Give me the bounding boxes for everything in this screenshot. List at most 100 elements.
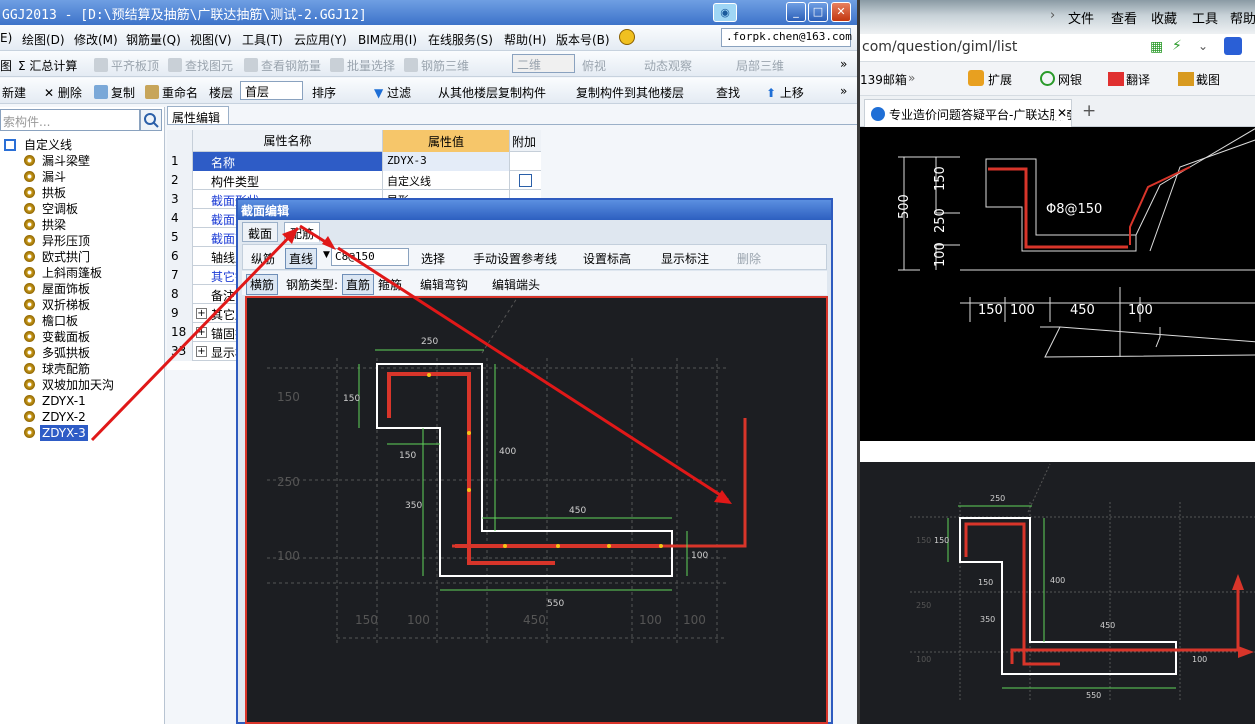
browser-menu-help[interactable]: 帮助 bbox=[1230, 8, 1255, 27]
sort-button[interactable]: 排序 bbox=[312, 84, 336, 101]
find-button[interactable]: 查找 bbox=[716, 84, 740, 101]
top-view-button[interactable]: 俯视 bbox=[582, 57, 606, 74]
tab-property-edit[interactable]: 属性编辑 bbox=[167, 106, 229, 125]
fav-139-mail[interactable]: 139邮箱 bbox=[860, 71, 907, 88]
menu-chevron-icon[interactable]: › bbox=[1050, 8, 1055, 23]
menu-item-bim[interactable]: BIM应用(I) bbox=[358, 31, 417, 48]
tree-item-label: 欧式拱门 bbox=[42, 250, 91, 264]
select-button[interactable]: 选择 bbox=[421, 250, 445, 267]
browser-menu-view[interactable]: 查看 bbox=[1111, 8, 1137, 27]
view-mode-select[interactable]: 二维 bbox=[512, 54, 575, 73]
rebar-bent[interactable] bbox=[387, 372, 555, 565]
toolbar-overflow-icon[interactable]: » bbox=[840, 57, 847, 71]
component-icon bbox=[24, 379, 35, 390]
line-mode-button[interactable]: 直线 bbox=[285, 248, 318, 269]
expand-icon[interactable]: + bbox=[196, 308, 207, 319]
filter-button[interactable]: ▼ 过滤 bbox=[374, 84, 411, 101]
glodon-logo-icon[interactable]: ◉ bbox=[713, 3, 737, 22]
batch-select-button[interactable]: 批量选择 bbox=[330, 57, 395, 74]
flat-top-button[interactable]: 平齐板顶 bbox=[94, 57, 159, 74]
menu-item-rebar-qty[interactable]: 钢筋量(Q) bbox=[126, 31, 181, 48]
view-rebar-button[interactable]: 查看钢筋量 bbox=[244, 57, 321, 74]
copy-button[interactable]: 复制 bbox=[94, 84, 135, 101]
address-url[interactable]: com/question/giml/list bbox=[862, 39, 1017, 55]
rebar-spec-select[interactable]: C8@150 bbox=[331, 248, 409, 266]
menu-item-cloud[interactable]: 云应用(Y) bbox=[294, 31, 347, 48]
browser-tab-active[interactable]: 专业造价问题答疑平台-广联达服务新干线 ✕ bbox=[864, 99, 1072, 127]
tab-divider bbox=[167, 124, 857, 125]
straight-rebar-button[interactable]: 直筋 bbox=[342, 274, 375, 295]
address-bar[interactable]: com/question/giml/list ▦ ⚡ ⌄ bbox=[860, 34, 1255, 62]
fav-overflow-icon[interactable]: » bbox=[908, 71, 915, 85]
helmet-icon[interactable] bbox=[619, 29, 635, 45]
menu-item-partial[interactable]: E) bbox=[0, 31, 12, 45]
fav-translate[interactable]: 翻译 bbox=[1126, 71, 1150, 88]
cad-width-150: 150 bbox=[978, 303, 1003, 318]
menu-item-tools[interactable]: 工具(T) bbox=[242, 31, 283, 48]
rename-button[interactable]: 重命名 bbox=[145, 84, 198, 101]
property-value[interactable]: 自定义线 bbox=[383, 171, 510, 190]
lightning-icon[interactable]: ⚡ bbox=[1172, 38, 1182, 54]
thumb-dim-mid-left: 150 bbox=[978, 578, 993, 587]
tab-section[interactable]: 截面 bbox=[242, 222, 279, 242]
baidu-search-icon[interactable] bbox=[1224, 37, 1242, 55]
menu-item-modify[interactable]: 修改(M) bbox=[74, 31, 118, 48]
browser-menu-file[interactable]: 文件 bbox=[1068, 8, 1094, 27]
dynamic-view-button[interactable]: 动态观察 bbox=[644, 57, 692, 74]
manual-ref-line-button[interactable]: 手动设置参考线 bbox=[473, 250, 557, 267]
menu-item-view[interactable]: 视图(V) bbox=[190, 31, 232, 48]
grid-row[interactable]: 1 名称 ZDYX-3 bbox=[167, 152, 541, 171]
sum-calc-button[interactable]: Σ 汇总计算 bbox=[18, 57, 77, 74]
move-up-button[interactable]: ⬆ 上移 bbox=[766, 84, 804, 101]
component-icon bbox=[24, 267, 35, 278]
toolbar2-overflow-icon[interactable]: » bbox=[840, 84, 847, 98]
thumb-grid-label-3: 100 bbox=[916, 655, 931, 664]
maximize-button[interactable]: □ bbox=[808, 2, 828, 22]
tree-item-label: ZDYX-1 bbox=[42, 394, 86, 408]
new-tab-button[interactable]: + bbox=[1082, 101, 1096, 121]
edit-end-button[interactable]: 编辑端头 bbox=[492, 276, 540, 293]
local-3d-button[interactable]: 局部三维 bbox=[736, 57, 784, 74]
fav-netbank[interactable]: 网银 bbox=[1058, 71, 1082, 88]
new-button[interactable]: 新建 bbox=[2, 84, 26, 101]
line-mode-dropdown-icon[interactable]: ▼ bbox=[323, 250, 330, 260]
close-button[interactable]: ✕ bbox=[831, 2, 851, 22]
rebar-3d-button[interactable]: 钢筋三维 bbox=[404, 57, 469, 74]
find-element-button[interactable]: 查找图元 bbox=[168, 57, 233, 74]
expand-icon[interactable]: + bbox=[196, 327, 207, 338]
security-icon[interactable]: ▦ bbox=[1150, 39, 1163, 55]
copy-from-floor-button[interactable]: 从其他楼层复制构件 bbox=[438, 84, 546, 101]
delete-rebar-button[interactable]: 删除 bbox=[737, 250, 761, 267]
set-elevation-button[interactable]: 设置标高 bbox=[583, 250, 631, 267]
copy-to-floor-button[interactable]: 复制构件到其他楼层 bbox=[576, 84, 684, 101]
floor-select[interactable]: 首层 bbox=[240, 81, 303, 100]
expand-icon[interactable]: + bbox=[196, 346, 207, 357]
search-button[interactable] bbox=[140, 109, 162, 131]
component-search-input[interactable]: 索构件... bbox=[0, 109, 140, 131]
rename-icon bbox=[145, 85, 159, 99]
grid-row[interactable]: 2 构件类型 自定义线 bbox=[167, 171, 541, 190]
browser-menu-tools[interactable]: 工具 bbox=[1192, 8, 1218, 27]
property-value[interactable]: ZDYX-3 bbox=[383, 152, 510, 171]
transverse-button[interactable]: 横筋 bbox=[246, 274, 279, 295]
user-account-select[interactable]: .forpk.chen@163.com bbox=[721, 28, 852, 47]
extra-checkbox[interactable] bbox=[519, 174, 532, 187]
tree-item-label: 上斜雨篷板 bbox=[42, 266, 103, 280]
section-drawing-canvas[interactable]: 250 150 150 400 350 450 100 550 150 250 … bbox=[245, 296, 828, 724]
browser-menu-favorites[interactable]: 收藏 bbox=[1151, 8, 1177, 27]
dropdown-icon[interactable]: ⌄ bbox=[1198, 39, 1208, 53]
delete-button[interactable]: ✕ 删除 bbox=[44, 84, 82, 101]
stirrup-button[interactable]: 箍筋 bbox=[378, 276, 402, 293]
edit-bend-button[interactable]: 编辑弯钩 bbox=[420, 276, 468, 293]
tab-reinforcement[interactable]: 配筋 bbox=[284, 222, 321, 242]
menu-item-version[interactable]: 版本号(B) bbox=[556, 31, 610, 48]
menu-item-draw[interactable]: 绘图(D) bbox=[22, 31, 65, 48]
toolbar-main: 图 Σ 汇总计算 平齐板顶 查找图元 查看钢筋量 批量选择 钢筋三维 二维 俯视… bbox=[0, 51, 857, 77]
menu-item-online[interactable]: 在线服务(S) bbox=[428, 31, 493, 48]
fav-screenshot[interactable]: 截图 bbox=[1196, 71, 1220, 88]
show-annotation-button[interactable]: 显示标注 bbox=[661, 250, 709, 267]
fav-extensions[interactable]: 扩展 bbox=[988, 71, 1012, 88]
menu-item-help[interactable]: 帮助(H) bbox=[504, 31, 546, 48]
minimize-button[interactable]: _ bbox=[786, 2, 806, 22]
tab-close-icon[interactable]: ✕ bbox=[1053, 106, 1067, 120]
